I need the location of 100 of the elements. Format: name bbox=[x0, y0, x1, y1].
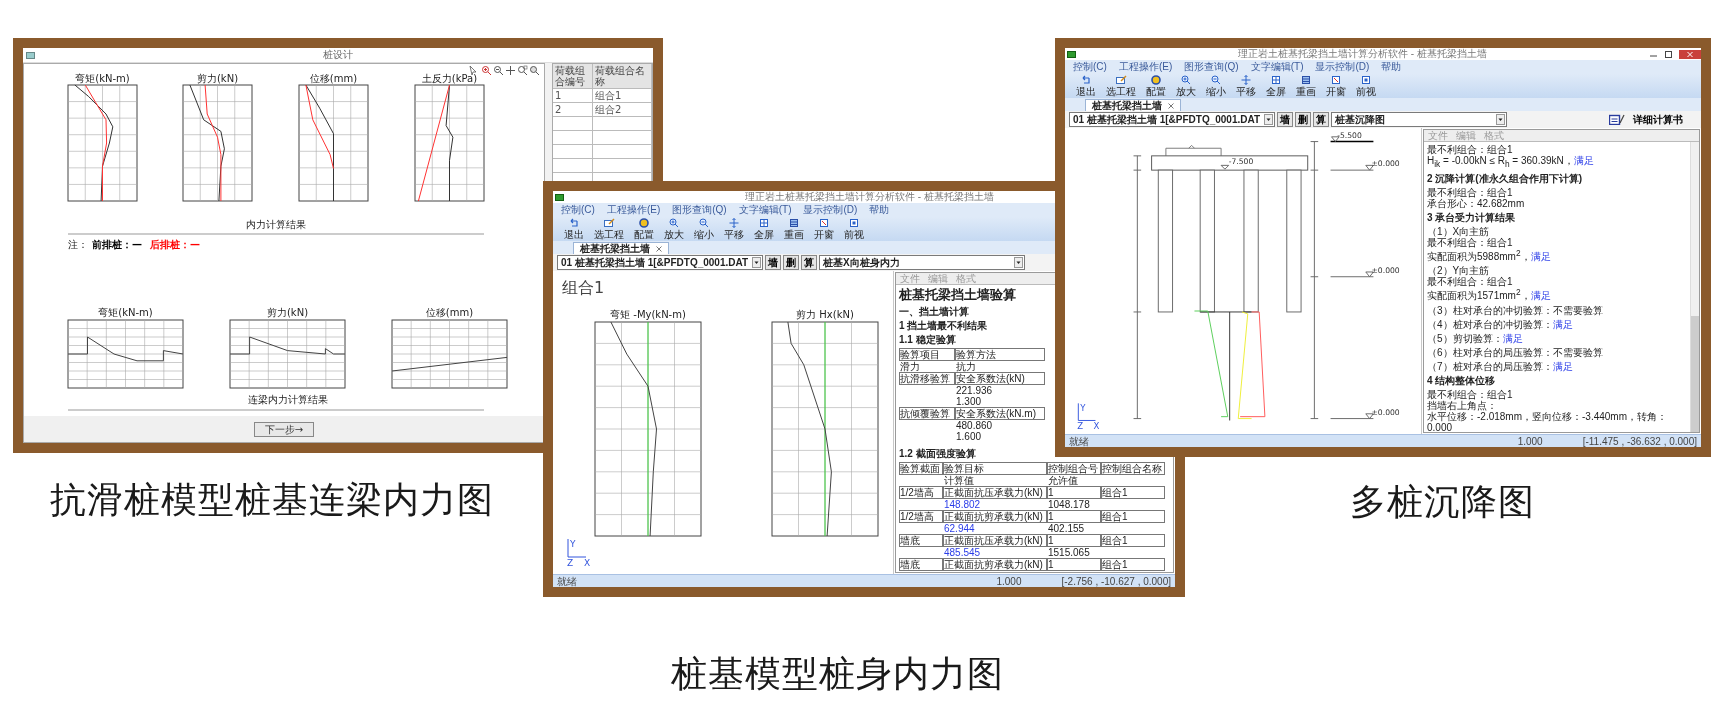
empty-cell bbox=[553, 145, 593, 159]
grid-icon bbox=[1270, 75, 1282, 85]
table-cell: 1/2墙高 bbox=[899, 510, 943, 523]
zoom-in-icon[interactable] bbox=[482, 66, 492, 76]
close-button[interactable] bbox=[1679, 49, 1701, 59]
toolbar-button[interactable]: 删 bbox=[1295, 112, 1312, 127]
report-heading: 4 结构整体位移 bbox=[1427, 374, 1497, 386]
window-title: 理正岩土桩基托梁挡土墙计算分析软件 - 桩基托梁挡土墙 bbox=[744, 191, 995, 203]
toolbar-button[interactable]: 重画 bbox=[1293, 75, 1319, 97]
toolbar-button[interactable]: 选工程 bbox=[1103, 75, 1139, 97]
document-tab[interactable]: 桩基托梁挡土墙 bbox=[573, 242, 669, 254]
elevation-label: ±0.000 bbox=[1371, 159, 1400, 169]
project-dropdown[interactable]: 01 桩基托梁挡土墙 1[&PFDTQ_0001.DAT bbox=[1069, 112, 1276, 127]
elevation-marker bbox=[1330, 164, 1374, 171]
table-cell: 安全系数法(kN.m) bbox=[955, 407, 1045, 420]
axis-icon bbox=[567, 538, 587, 558]
legend-label: 前排桩：— bbox=[92, 239, 142, 250]
elevation-label: ±0.000 bbox=[1371, 407, 1400, 417]
axis-icon bbox=[1077, 402, 1096, 421]
menu-item[interactable]: 帮助 bbox=[1381, 61, 1402, 73]
zoom-out-icon[interactable] bbox=[494, 66, 504, 76]
status-text: 就绪 bbox=[1069, 435, 1089, 447]
menu-item[interactable]: 工程操作(E) bbox=[606, 204, 661, 216]
menu-item[interactable]: 文字编辑(T) bbox=[1250, 61, 1304, 73]
menu-item[interactable]: 文字编辑(T) bbox=[738, 204, 792, 216]
table-cell: 1 bbox=[1047, 486, 1101, 499]
table-cell: 正截面抗压承载力(kN) bbox=[943, 486, 1047, 499]
chart-title: 弯矩(kN-m) bbox=[98, 307, 153, 318]
report-line: 最不利组合：组合1 bbox=[1427, 276, 1514, 288]
toolbar-button[interactable]: 算 bbox=[801, 255, 818, 270]
table-cell: 抗滑移验算 bbox=[899, 372, 955, 385]
toolbar-button[interactable]: 选工程 bbox=[591, 218, 627, 240]
toolbar-button[interactable]: 开窗 bbox=[1323, 75, 1349, 97]
menu-item[interactable]: 显示控制(D) bbox=[1315, 61, 1370, 73]
empty-cell bbox=[553, 131, 593, 145]
toolbar-button[interactable]: 前视 bbox=[1353, 75, 1379, 97]
table-cell: 组合2 bbox=[593, 103, 652, 117]
view-dropdown[interactable]: 桩基X向桩身内力 bbox=[819, 255, 1026, 270]
menu-item[interactable]: 图形查询(Q) bbox=[1184, 61, 1239, 73]
menu-item[interactable]: 显示控制(D) bbox=[803, 204, 858, 216]
frame-icon bbox=[1330, 75, 1342, 85]
report-line: H$_{ik}$ = -0.00kN ≤ R$_{h}$ = 360.39kN，满足 bbox=[1427, 155, 1595, 170]
document-tab[interactable]: 桩基托梁挡土墙 bbox=[1085, 99, 1181, 111]
frame-icon bbox=[848, 218, 860, 228]
report-button[interactable]: 详细计算书 bbox=[1601, 113, 1697, 126]
column-header: 荷载组合编号 bbox=[553, 64, 593, 89]
toolbar-button[interactable]: 算 bbox=[1313, 112, 1330, 127]
report-line: 实配面积为1571mm$^{2}$，满足 bbox=[1427, 287, 1552, 302]
caption: 桩基模型桩身内力图 bbox=[671, 652, 1004, 696]
status-text: 1.000 bbox=[1517, 435, 1543, 447]
toolbar-button[interactable]: 退出 bbox=[1073, 75, 1099, 97]
toolbar-button[interactable]: 缩小 bbox=[691, 218, 717, 240]
toolbar-button[interactable]: 开窗 bbox=[811, 218, 837, 240]
project-dropdown[interactable]: 01 桩基托梁挡土墙 1[&PFDTQ_0001.DAT bbox=[557, 255, 764, 270]
pointer-icon[interactable] bbox=[469, 65, 477, 76]
menu-item[interactable]: 帮助 bbox=[869, 204, 890, 216]
table-cell-text: 62.944 bbox=[943, 523, 976, 534]
table-cell-text: 148.802 bbox=[943, 499, 982, 510]
toolbar-button[interactable]: 平移 bbox=[721, 218, 747, 240]
table-cell: 组合1 bbox=[1101, 486, 1165, 499]
move-icon bbox=[1240, 75, 1252, 85]
toolbar-button[interactable]: 全屏 bbox=[751, 218, 777, 240]
toolbar-button[interactable]: 放大 bbox=[661, 218, 687, 240]
table-cell-text: 402.155 bbox=[1047, 523, 1086, 534]
caption: 多桩沉降图 bbox=[1350, 480, 1535, 524]
menu-item[interactable]: 工程操作(E) bbox=[1118, 61, 1173, 73]
move-icon[interactable] bbox=[505, 65, 516, 76]
close-icon[interactable] bbox=[656, 245, 662, 252]
move-icon bbox=[728, 218, 740, 228]
next-button[interactable]: 下一步→ bbox=[253, 421, 315, 437]
view-dropdown[interactable]: 桩基沉降图 bbox=[1331, 112, 1508, 127]
maximize-button[interactable] bbox=[1664, 49, 1673, 59]
toolbar-button[interactable]: 墙 bbox=[765, 255, 782, 270]
empty-cell bbox=[593, 145, 652, 159]
toolbar-button[interactable]: 平移 bbox=[1233, 75, 1259, 97]
report-line: 实配面积为5988mm$^{2}$，满足 bbox=[1427, 248, 1552, 263]
close-icon[interactable] bbox=[1168, 102, 1174, 109]
toolbar-button[interactable]: 缩小 bbox=[1203, 75, 1229, 97]
toolbar-button[interactable]: 墙 bbox=[1277, 112, 1294, 127]
table-cell: 控制组合名称 bbox=[1101, 462, 1165, 475]
toolbar-button[interactable]: 配置 bbox=[1143, 75, 1169, 97]
toolbar-button[interactable]: 重画 bbox=[781, 218, 807, 240]
toolbar-button[interactable]: 全屏 bbox=[1263, 75, 1289, 97]
menu-item[interactable]: 图形查询(Q) bbox=[672, 204, 727, 216]
zoom-window-icon[interactable] bbox=[518, 65, 528, 76]
toolbar-button[interactable]: 配置 bbox=[631, 218, 657, 240]
report-line: （6）柱对承台的局压验算：不需要验算 bbox=[1427, 346, 1604, 358]
toolbar-button[interactable]: 退出 bbox=[561, 218, 587, 240]
chart-title: 弯矩 -My(kN-m) bbox=[610, 309, 686, 320]
toolbar-button[interactable]: 前视 bbox=[841, 218, 867, 240]
report-line: 挡墙右上角点： bbox=[1427, 399, 1497, 411]
menu-item[interactable]: 控制(C) bbox=[1073, 61, 1107, 73]
legend-label: 后排桩：— bbox=[150, 239, 200, 250]
empty-cell bbox=[553, 117, 593, 131]
status-text: 就绪 bbox=[557, 575, 577, 587]
toolbar-button[interactable]: 放大 bbox=[1173, 75, 1199, 97]
menu-item[interactable]: 控制(C) bbox=[561, 204, 595, 216]
toolbar-button[interactable]: 删 bbox=[783, 255, 800, 270]
zoom-reset-icon[interactable] bbox=[530, 66, 540, 76]
table-cell-text: 221.936 bbox=[955, 385, 994, 396]
